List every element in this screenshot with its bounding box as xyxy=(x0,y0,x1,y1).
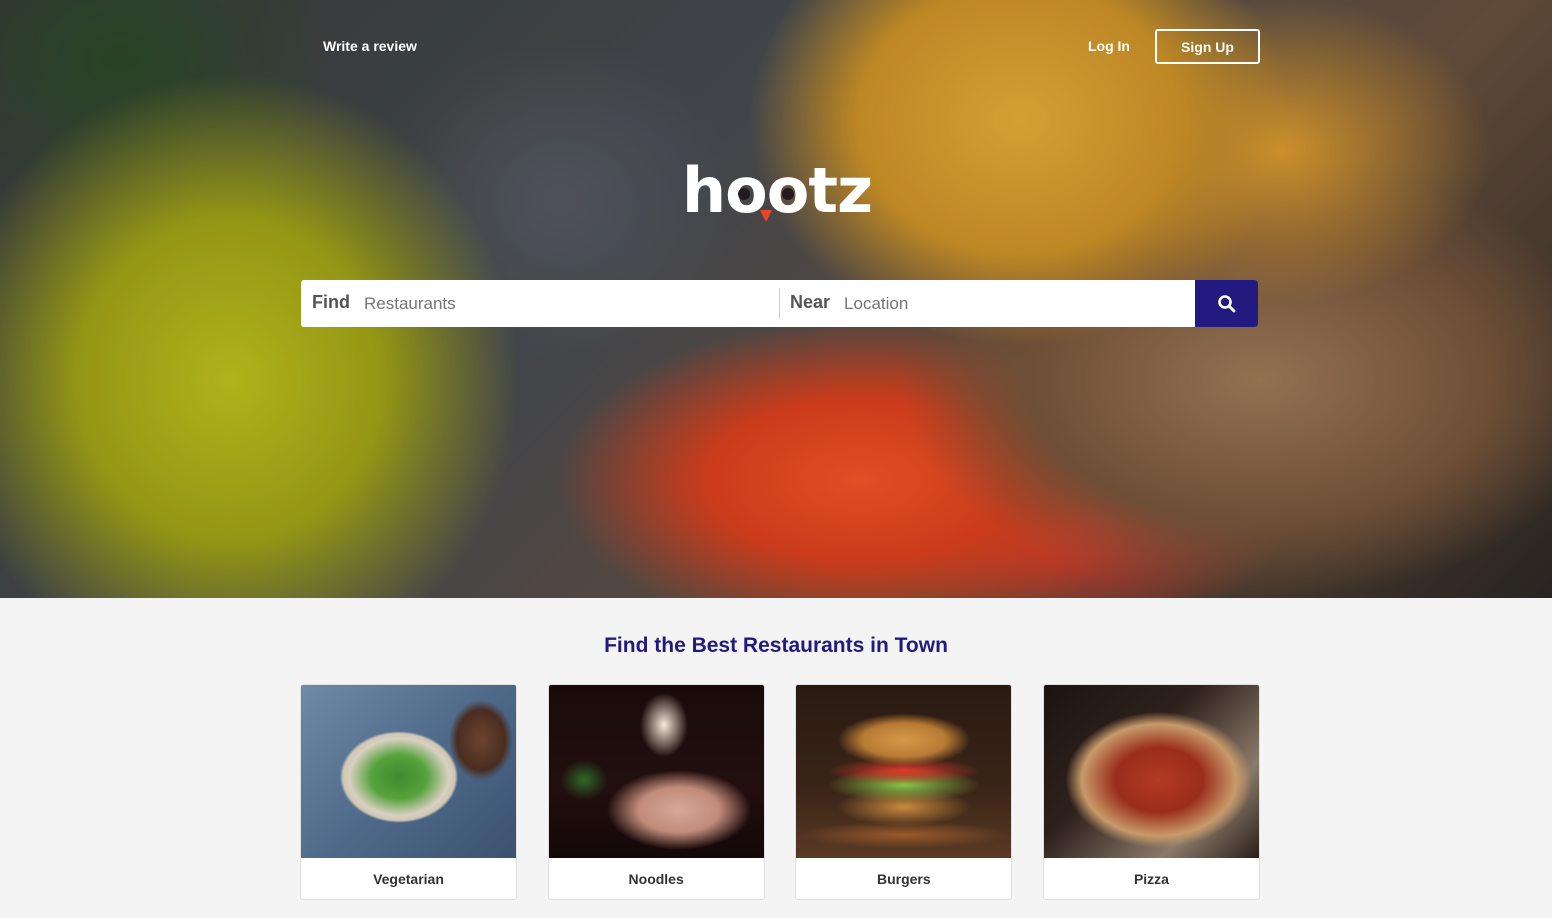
search-bar: Find Near xyxy=(301,280,1258,327)
category-label: Noodles xyxy=(628,871,684,887)
location-input[interactable] xyxy=(842,292,1173,315)
write-review-link[interactable]: Write a review xyxy=(323,38,417,54)
pizza-image xyxy=(1043,685,1259,858)
category-cards: Vegetarian Noodles Burgers Pizza xyxy=(300,684,1260,900)
category-card-vegetarian[interactable]: Vegetarian xyxy=(300,684,517,900)
signup-button[interactable]: Sign Up xyxy=(1155,29,1260,64)
near-label: Near xyxy=(790,292,831,312)
vegetarian-image xyxy=(301,685,516,858)
logo-text: hootz xyxy=(682,154,872,227)
category-card-pizza[interactable]: Pizza xyxy=(1042,684,1260,900)
search-icon xyxy=(1217,294,1235,312)
category-label: Pizza xyxy=(1133,871,1169,887)
category-label: Burgers xyxy=(876,871,931,887)
find-input[interactable] xyxy=(362,292,742,315)
login-link[interactable]: Log In xyxy=(1088,38,1130,54)
category-card-noodles[interactable]: Noodles xyxy=(547,684,765,900)
top-nav: Write a review Log In Sign Up xyxy=(0,0,1552,92)
find-field: Find xyxy=(301,280,779,327)
hero-banner: Write a review Log In Sign Up hootz Find… xyxy=(0,0,1552,598)
near-field: Near xyxy=(780,280,1195,327)
burgers-image xyxy=(796,685,1012,858)
section-title: Find the Best Restaurants in Town xyxy=(604,634,948,657)
hootz-logo: hootz xyxy=(682,154,873,227)
search-button[interactable] xyxy=(1195,280,1258,327)
category-card-burgers[interactable]: Burgers xyxy=(795,684,1013,900)
find-label: Find xyxy=(312,292,350,312)
category-label: Vegetarian xyxy=(373,871,444,887)
noodles-image xyxy=(548,685,764,858)
